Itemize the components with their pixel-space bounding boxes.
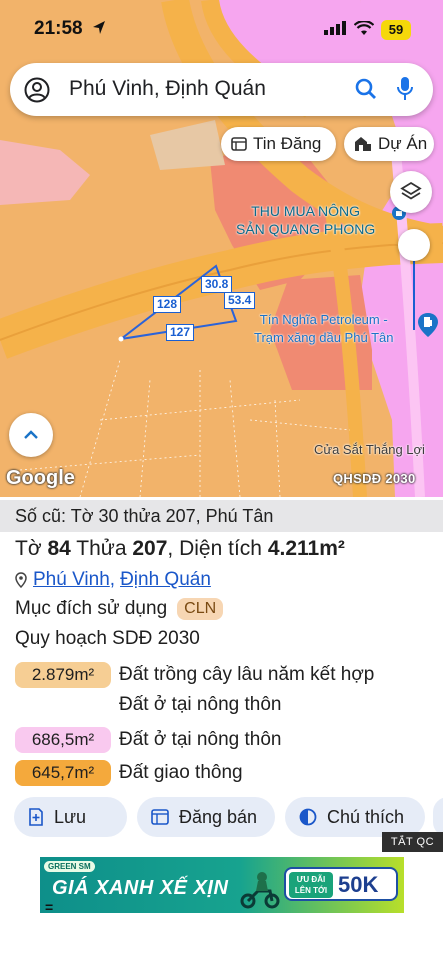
layers-icon [400,181,422,200]
ad-banner[interactable]: GREEN SM GIÁ XANH XẾ XỊN ƯU ĐÃI LÊN TỚI … [40,857,404,913]
tin-dang-chip[interactable]: Tin Đăng [221,127,336,161]
save-button[interactable]: Lưu [14,797,127,837]
purpose-code-badge: CLN [177,598,224,620]
post-sale-button[interactable]: Đăng bán [137,797,275,837]
purpose-label: Mục đích sử dụng [15,598,168,619]
poi-petroleum-line1: Tín Nghĩa Petroleum - [259,312,388,327]
contrast-icon [299,808,317,826]
search-icon[interactable] [355,78,377,100]
post-sale-label: Đăng bán [179,806,258,827]
google-logo: Google [6,467,75,489]
account-icon[interactable] [24,77,50,103]
scooter-rider-icon [240,872,280,909]
microphone-icon[interactable] [396,76,414,102]
plot-number: 207 [132,537,168,560]
ad-promo-value: 50K [338,872,379,897]
zone-row: 645,7m² Đất giao thông [15,760,243,788]
poi-thumua-line1: THU MUA NÔNG [251,203,361,219]
expand-up-button[interactable] [9,413,53,457]
du-an-label: Dự Án [378,134,428,153]
legend-label: Chú thích [327,806,405,827]
poi-thumua-label[interactable]: THU MUA NÔNG SẢN QUANG PHONG [236,202,375,238]
parcel-area: 4.211m² [267,537,345,560]
parcel-address: Phú Vinh, Định Quán [15,569,211,591]
zone-description-line1: Đất trồng cây lâu năm kết hợp [119,664,375,685]
plot-label: Thửa [76,537,127,560]
more-actions-button[interactable] [433,797,443,837]
ad-promo-label: ƯU ĐÃI LÊN TỚI [289,872,333,898]
wifi-icon [354,21,374,35]
dimension-label-127: 127 [166,324,195,341]
zone-area-badge: 645,7m² [15,760,111,786]
status-time: 21:58 [34,18,83,39]
parcel-title: Tờ 84 Thửa 207, Diện tích 4.211m² [15,537,345,561]
district-link[interactable]: Định Quán [120,569,211,591]
zone-row: 2.879m² Đất trồng cây lâu năm kết hợp Đấ… [15,662,374,720]
zone-description-line2: Đất ở tại nông thôn [119,694,282,715]
building-icon [355,137,371,151]
poi-petroleum-label[interactable]: Tín Nghĩa Petroleum - Trạm xăng dầu Phú … [254,311,393,347]
close-ad-button[interactable]: TẮT QC [382,832,443,852]
old-parcel-number-bar: Số cũ: Tờ 30 thửa 207, Phú Tân [0,500,443,532]
action-bar: Lưu Đăng bán Chú thích [0,797,443,839]
listing-icon [151,809,169,825]
search-bar[interactable]: Phú Vinh, Định Quán [10,63,433,116]
battery-indicator: 59 [381,20,411,40]
zone-area-badge: 686,5m² [15,727,111,753]
plan-label: Quy hoạch SDĐ 2030 [15,628,200,649]
land-use-purpose: Mục đích sử dụng CLN [15,598,224,620]
zone-area-badge: 2.879m² [15,662,111,688]
save-label: Lưu [54,806,87,827]
opacity-slider-handle[interactable] [398,229,430,261]
cellular-signal-icon [324,21,346,35]
zone-description: Đất giao thông [119,762,243,783]
tin-dang-label: Tin Đăng [253,134,322,153]
poi-thumua-line2: SẢN QUANG PHONG [236,221,376,237]
zone-description: Đất trồng cây lâu năm kết hợp Đất ở tại … [119,660,374,720]
status-bar: 21:58 59 [0,0,443,58]
sheet-label: Tờ [15,537,42,560]
dimension-label-53-4: 53.4 [224,292,256,309]
dimension-label-128: 128 [153,296,182,313]
zone-row: 686,5m² Đất ở tại nông thôn [15,727,281,755]
ad-brand: GREEN SM [44,861,95,872]
zone-description: Đất ở tại nông thôn [119,729,282,750]
layers-button[interactable] [390,171,432,213]
old-parcel-number: Số cũ: Tờ 30 thửa 207, Phú Tân [15,506,274,526]
sheet-number: 84 [47,537,71,560]
layer-label: QHSDĐ 2030 [333,471,416,486]
gas-station-icon[interactable] [417,312,439,338]
chevron-up-icon [24,430,38,439]
poi-cua-sat-label[interactable]: Cửa Sắt Thắng Lợi [314,442,425,457]
bookmark-add-icon [29,808,43,826]
dimension-label-30-8: 30.8 [201,276,233,293]
location-pin-icon [15,572,27,588]
listing-icon [231,137,247,151]
ad-promo: ƯU ĐÃI LÊN TỚI 50K [284,867,398,901]
search-query[interactable]: Phú Vinh, Định Quán [69,77,266,101]
legend-button[interactable]: Chú thích [285,797,425,837]
ad-slogan: GIÁ XANH XẾ XỊN [52,877,229,899]
poi-petroleum-line2: Trạm xăng dầu Phú Tân [254,330,394,345]
ad-bottom-mark: = [45,899,54,915]
du-an-chip[interactable]: Dự Án [344,127,434,161]
area-label: , Diện tích [167,537,262,560]
commune-link[interactable]: Phú Vinh [33,569,110,591]
location-arrow-icon [93,21,105,34]
